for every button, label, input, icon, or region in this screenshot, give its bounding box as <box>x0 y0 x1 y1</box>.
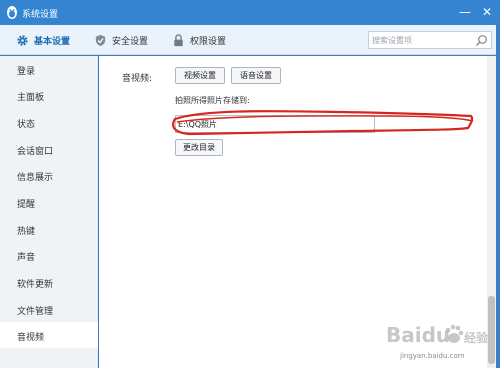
voice-settings-button[interactable]: 语音设置 <box>231 67 281 84</box>
lock-icon <box>174 33 183 46</box>
sidebar-item-hotkeys[interactable]: 热键 <box>0 216 98 242</box>
minimize-button[interactable]: — <box>456 4 474 20</box>
svg-text:经验: 经验 <box>464 330 489 345</box>
search-input[interactable] <box>372 33 472 47</box>
sidebar-item-label: 信息展示 <box>17 173 54 183</box>
close-button[interactable]: ✕ <box>478 4 496 20</box>
section-label-audio-video: 音视频: <box>122 74 153 84</box>
sidebar-item-login[interactable]: 登录 <box>0 56 98 82</box>
sidebar-item-label: 文件管理 <box>17 307 54 317</box>
sidebar-item-label: 状态 <box>17 120 36 130</box>
window-title: 系统设置 <box>22 10 59 20</box>
sidebar-item-label: 登录 <box>17 67 36 77</box>
sidebar-item-sound[interactable]: 声音 <box>0 242 98 268</box>
photo-save-path-input[interactable] <box>175 115 375 133</box>
search-icon[interactable] <box>475 34 488 47</box>
sidebar-item-info-display[interactable]: 信息展示 <box>0 162 98 188</box>
sidebar-item-software-update[interactable]: 软件更新 <box>0 269 98 295</box>
sidebar-item-chat-window[interactable]: 会话窗口 <box>0 136 98 162</box>
sidebar-item-reminder[interactable]: 提醒 <box>0 189 98 215</box>
qq-penguin-icon <box>7 6 17 19</box>
tab-label: 安全设置 <box>112 36 149 47</box>
svg-text:Baidu: Baidu <box>386 323 450 347</box>
sidebar-item-main-panel[interactable]: 主面板 <box>0 82 98 108</box>
sidebar-item-label: 软件更新 <box>17 280 54 290</box>
watermark-url: jingyan.baidu.com <box>400 352 465 360</box>
settings-sidebar: 登录 主面板 状态 会话窗口 信息展示 提醒 热键 声音 软件更新 文件管理 音… <box>0 56 98 368</box>
tab-label: 权限设置 <box>190 36 227 47</box>
sidebar-item-label: 会话窗口 <box>17 147 54 157</box>
sidebar-item-label: 声音 <box>17 253 36 263</box>
sidebar-item-label: 主面板 <box>17 93 45 103</box>
window-titlebar: 系统设置 — ✕ <box>0 0 500 25</box>
settings-search-box[interactable] <box>368 31 492 49</box>
photo-save-path-label: 拍照所得照片存储到: <box>175 96 250 105</box>
video-settings-button[interactable]: 视频设置 <box>175 67 225 84</box>
sidebar-item-label: 热键 <box>17 227 36 237</box>
window-border <box>496 25 500 368</box>
sidebar-item-audio-video[interactable]: 音视频 <box>0 322 98 348</box>
sidebar-item-status[interactable]: 状态 <box>0 109 98 135</box>
change-directory-button[interactable]: 更改目录 <box>175 139 223 156</box>
tab-label: 基本设置 <box>34 36 71 47</box>
sidebar-item-label: 音视频 <box>17 333 45 343</box>
tab-basic-settings[interactable]: 基本设置 <box>16 32 70 48</box>
tab-security-settings[interactable]: 安全设置 <box>94 32 148 48</box>
shield-icon <box>95 34 106 46</box>
sidebar-item-file-management[interactable]: 文件管理 <box>0 296 98 322</box>
sidebar-item-label: 提醒 <box>17 200 36 210</box>
gear-icon <box>17 34 28 46</box>
tab-permission-settings[interactable]: 权限设置 <box>172 32 226 48</box>
